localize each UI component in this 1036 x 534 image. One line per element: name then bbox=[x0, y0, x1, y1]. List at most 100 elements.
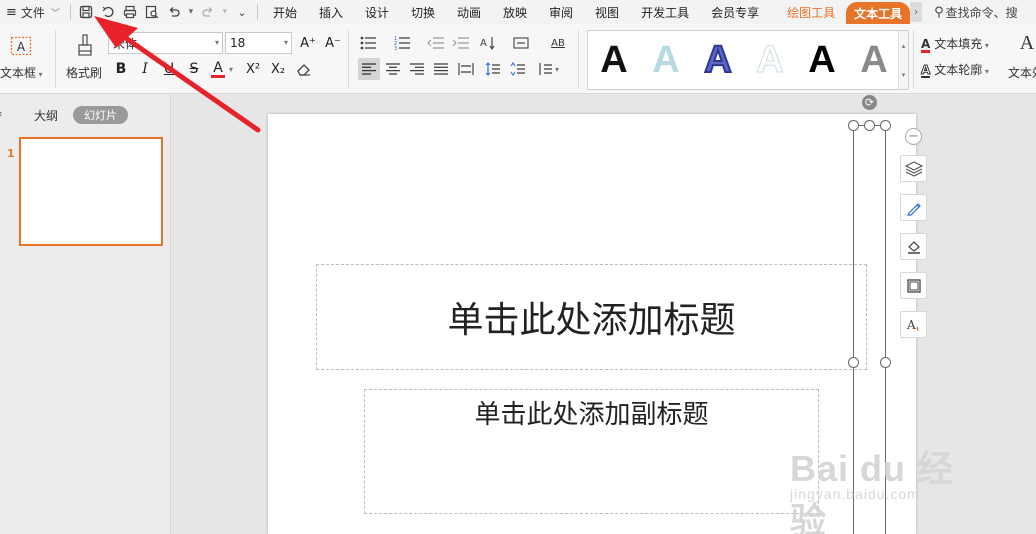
text-style-light-outline[interactable]: A bbox=[748, 35, 792, 85]
subtitle-placeholder[interactable]: 单击此处添加副标题 bbox=[364, 389, 819, 514]
line-spacing-button[interactable] bbox=[482, 58, 504, 80]
text-style-light-blue[interactable]: A bbox=[644, 35, 688, 85]
align-left-button[interactable] bbox=[358, 58, 380, 80]
superscript-button[interactable]: X² bbox=[242, 58, 264, 80]
font-size-select[interactable]: 18 ▾ bbox=[225, 32, 292, 54]
shrink-font-button[interactable]: A⁻ bbox=[322, 32, 344, 54]
chevron-down-icon: ▾ bbox=[283, 38, 288, 47]
tab-transitions[interactable]: 切换 bbox=[400, 0, 446, 24]
tab-text-tools[interactable]: 文本工具 bbox=[846, 2, 911, 24]
resize-handle[interactable] bbox=[880, 357, 891, 368]
layers-icon[interactable] bbox=[900, 155, 927, 182]
align-center-button[interactable] bbox=[382, 58, 404, 80]
undo-history-icon[interactable] bbox=[97, 1, 119, 23]
text-effect-float-icon[interactable]: A bbox=[900, 311, 927, 338]
resize-handle[interactable] bbox=[848, 120, 859, 131]
italic-button[interactable]: I bbox=[134, 58, 156, 80]
search-commands[interactable]: ⚲ 查找命令、搜 bbox=[928, 1, 1024, 23]
numbered-list-button[interactable]: 123 bbox=[392, 32, 414, 54]
bullet-list-button[interactable] bbox=[358, 32, 380, 54]
text-fill-button[interactable]: A 文本填充 ▾ bbox=[921, 35, 989, 53]
customize-quick-access-icon[interactable]: ⌄ bbox=[231, 1, 253, 23]
font-color-dropdown-icon[interactable]: ▾ bbox=[226, 58, 236, 80]
align-right-button[interactable] bbox=[406, 58, 428, 80]
svg-text:A: A bbox=[480, 38, 487, 49]
resize-handle[interactable] bbox=[848, 357, 859, 368]
divider bbox=[578, 30, 579, 88]
text-effect-label[interactable]: 文本效 bbox=[1008, 64, 1036, 81]
text-effect-icon[interactable]: A bbox=[1018, 30, 1036, 56]
convert-smartart-button[interactable]: AB bbox=[545, 32, 571, 54]
search-icon: ⚲ bbox=[934, 4, 944, 20]
print-icon[interactable] bbox=[119, 1, 141, 23]
subscript-button[interactable]: X₂ bbox=[267, 58, 289, 80]
paragraph-spacing-button[interactable] bbox=[507, 58, 529, 80]
font-name-value: 宋体 bbox=[113, 36, 138, 51]
redo-icon[interactable] bbox=[197, 1, 219, 23]
font-color-swatch bbox=[211, 74, 225, 78]
textbox-button[interactable]: 文本框 ▾ bbox=[0, 64, 43, 81]
minimize-icon[interactable]: − bbox=[905, 128, 922, 145]
svg-text:3: 3 bbox=[394, 46, 397, 50]
ab-label: AB bbox=[551, 37, 565, 49]
underline-button[interactable]: U bbox=[158, 58, 180, 80]
chevron-down-icon: ▾ bbox=[901, 70, 906, 79]
fill-bucket-icon[interactable] bbox=[900, 233, 927, 260]
text-style-blue-outline[interactable]: A bbox=[696, 35, 740, 85]
tab-member[interactable]: 会员专享 bbox=[700, 0, 770, 24]
resize-handle[interactable] bbox=[880, 120, 891, 131]
tab-drawing-tools[interactable]: 绘图工具 bbox=[776, 0, 846, 24]
pen-icon[interactable] bbox=[900, 194, 927, 221]
tab-slideshow[interactable]: 放映 bbox=[492, 0, 538, 24]
font-name-select[interactable]: 宋体 ▾ bbox=[108, 32, 223, 54]
print-preview-icon[interactable] bbox=[141, 1, 163, 23]
text-direction-button[interactable]: A bbox=[478, 32, 500, 54]
bold-button[interactable]: B bbox=[110, 58, 132, 80]
tab-design[interactable]: 设计 bbox=[354, 0, 400, 24]
line-spacing-options-button[interactable]: ▾ bbox=[533, 58, 563, 80]
tab-review[interactable]: 审阅 bbox=[538, 0, 584, 24]
redo-dropdown-icon[interactable]: ▾ bbox=[219, 1, 231, 23]
format-painter-label[interactable]: 格式刷 bbox=[66, 64, 102, 81]
tab-view[interactable]: 视图 bbox=[584, 0, 630, 24]
outline-icon[interactable] bbox=[900, 272, 927, 299]
tab-animations[interactable]: 动画 bbox=[446, 0, 492, 24]
divider bbox=[348, 30, 349, 88]
slides-panel: ‹ 大纲 幻灯片 1 bbox=[0, 95, 171, 534]
tab-developer[interactable]: 开发工具 bbox=[630, 0, 700, 24]
file-menu[interactable]: ≡ 文件 ﹀ bbox=[0, 0, 66, 24]
chevron-right-icon[interactable]: › bbox=[910, 2, 923, 22]
text-outline-icon: A bbox=[920, 63, 931, 78]
grow-font-button[interactable]: A⁺ bbox=[297, 32, 319, 54]
text-fill-label: 文本填充 bbox=[934, 37, 983, 51]
undo-dropdown-icon[interactable]: ▾ bbox=[185, 1, 197, 23]
undo-icon[interactable] bbox=[163, 1, 185, 23]
increase-indent-button[interactable] bbox=[450, 32, 472, 54]
distribute-button[interactable] bbox=[455, 58, 477, 80]
divider bbox=[55, 30, 56, 88]
tab-insert[interactable]: 插入 bbox=[308, 0, 354, 24]
text-style-black[interactable]: A bbox=[592, 35, 636, 85]
tab-home[interactable]: 开始 bbox=[262, 0, 308, 24]
slide-thumbnail[interactable] bbox=[19, 137, 163, 246]
title-placeholder[interactable]: 单击此处添加标题 bbox=[316, 264, 867, 370]
textbox-icon[interactable]: A bbox=[9, 34, 33, 58]
eraser-icon[interactable] bbox=[293, 58, 315, 80]
align-text-button[interactable] bbox=[510, 32, 532, 54]
text-style-gray[interactable]: A bbox=[852, 35, 896, 85]
justify-button[interactable] bbox=[430, 58, 452, 80]
chevron-down-icon: ▾ bbox=[214, 38, 219, 47]
text-style-bold-black[interactable]: A bbox=[800, 35, 844, 85]
collapse-panel-icon[interactable]: ‹ bbox=[0, 107, 2, 120]
save-icon[interactable] bbox=[75, 1, 97, 23]
svg-text:A: A bbox=[17, 40, 26, 54]
brush-icon[interactable] bbox=[73, 32, 97, 58]
gallery-scroll[interactable]: ▴ ▾ bbox=[898, 31, 908, 89]
decrease-indent-button[interactable] bbox=[425, 32, 447, 54]
tab-outline[interactable]: 大纲 bbox=[34, 107, 58, 124]
resize-handle[interactable] bbox=[864, 120, 875, 131]
strikethrough-button[interactable]: S bbox=[183, 58, 205, 80]
text-outline-button[interactable]: A 文本轮廓 ▾ bbox=[920, 61, 989, 78]
tab-slides[interactable]: 幻灯片 bbox=[73, 106, 128, 124]
rotate-handle-icon[interactable]: ⟳ bbox=[862, 95, 877, 110]
